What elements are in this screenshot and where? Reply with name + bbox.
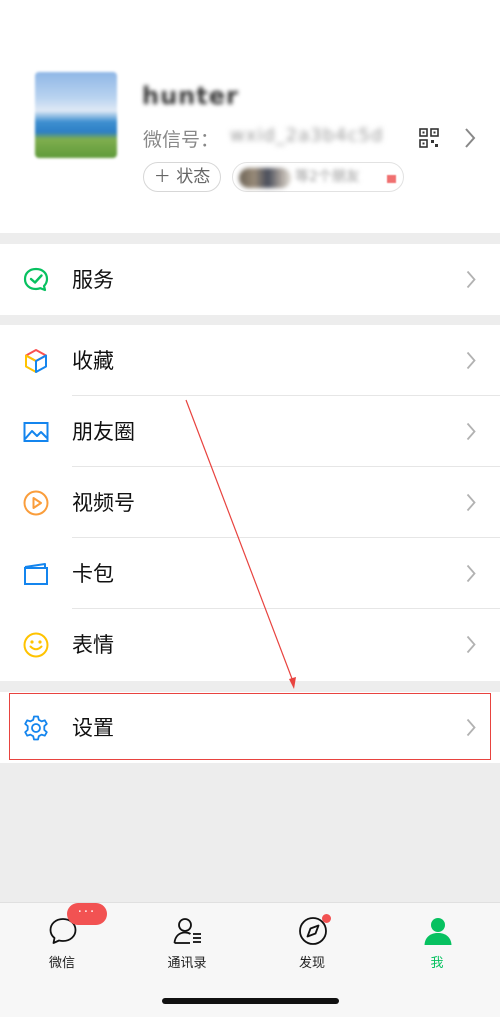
chevron-right-icon (466, 422, 476, 441)
status-dot (387, 175, 396, 183)
favorites-label: 收藏 (72, 349, 114, 373)
friends-status-text: 等2个朋友 (295, 169, 360, 185)
tab-chats-label: 微信 (48, 956, 75, 971)
contacts-icon (173, 918, 201, 944)
unread-badge: ··· (67, 903, 107, 925)
smiley-icon (23, 632, 49, 658)
favorites-cube-icon (25, 349, 47, 373)
tab-me-label: 我 (430, 956, 444, 971)
chevron-right-icon (466, 564, 476, 583)
features-section: 收藏 朋友圈 视频号 卡包 表情 (0, 325, 500, 681)
chevron-right-icon (466, 493, 476, 512)
tab-contacts-label: 通讯录 (167, 956, 207, 971)
menu-item-cards[interactable]: 卡包 (0, 538, 500, 609)
menu-item-channels[interactable]: 视频号 (0, 467, 500, 538)
wechat-id-value: wxid_2a3b4c5d (230, 125, 384, 146)
tab-discover-label: 发现 (298, 956, 325, 971)
chevron-right-icon (466, 635, 476, 654)
notification-dot (322, 914, 331, 923)
service-section: 服务 (0, 244, 500, 315)
menu-item-stickers[interactable]: 表情 (0, 609, 500, 680)
friend-avatars (239, 168, 291, 188)
menu-item-favorites[interactable]: 收藏 (0, 325, 500, 396)
cards-label: 卡包 (72, 562, 114, 586)
profile-header: hunter 微信号： wxid_2a3b4c5d ＋ 状态 等2个朋友 (0, 0, 500, 233)
qr-code-icon[interactable] (419, 128, 439, 148)
chevron-right-icon (466, 270, 476, 289)
avatar[interactable] (35, 72, 117, 158)
person-icon (424, 918, 452, 945)
service-icon (23, 267, 49, 292)
friends-status-pill[interactable]: 等2个朋友 (232, 162, 404, 192)
menu-item-service[interactable]: 服务 (0, 244, 500, 315)
settings-highlight-box (9, 693, 491, 760)
channels-label: 视频号 (72, 491, 135, 515)
wechat-id-label: 微信号： (143, 129, 220, 151)
home-indicator[interactable] (162, 998, 339, 1004)
nickname: hunter (142, 82, 239, 110)
stickers-label: 表情 (72, 633, 114, 657)
tab-me[interactable]: 我 (392, 915, 482, 975)
tab-contacts[interactable]: 通讯录 (142, 915, 232, 975)
wallet-icon (24, 563, 48, 585)
service-label: 服务 (72, 268, 114, 292)
moments-label: 朋友圈 (72, 420, 135, 444)
image-icon (23, 422, 49, 442)
chevron-right-icon[interactable] (464, 127, 476, 149)
tab-discover[interactable]: 发现 (267, 915, 357, 975)
chevron-right-icon (466, 351, 476, 370)
add-status-button[interactable]: ＋ 状态 (143, 162, 221, 192)
play-icon (23, 490, 49, 516)
menu-item-moments[interactable]: 朋友圈 (0, 396, 500, 467)
